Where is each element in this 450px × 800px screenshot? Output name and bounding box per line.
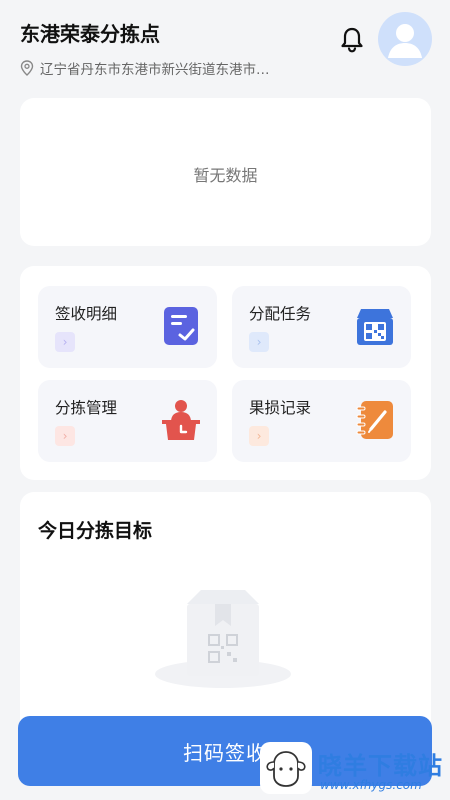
watermark-logo xyxy=(260,742,312,794)
sheep-logo-icon xyxy=(266,751,306,787)
target-title: 今日分拣目标 xyxy=(38,520,153,542)
map-pin-icon xyxy=(20,60,34,76)
scan-sign-label: 扫码签收 xyxy=(183,740,267,765)
menu-card: 签收明细 › 分配任务 › 分拣管理 › 果损记录 › xyxy=(20,266,431,480)
qr-box-icon xyxy=(357,309,393,345)
address-row[interactable]: 辽宁省丹东市东港市新兴街道东港市… xyxy=(20,58,270,78)
chevron-right-icon: › xyxy=(55,332,75,352)
address-text: 辽宁省丹东市东港市新兴街道东港市… xyxy=(40,62,270,78)
watermark-url: www.xfhygs.com xyxy=(320,778,422,792)
target-card: 今日分拣目标 xyxy=(20,492,431,722)
menu-item-label: 分拣管理 xyxy=(55,399,118,417)
summary-card: 暂无数据 xyxy=(20,98,431,246)
menu-item-signed-detail[interactable]: 签收明细 › xyxy=(38,286,217,368)
menu-item-label: 果损记录 xyxy=(249,399,312,417)
header: 东港荣泰分拣点 辽宁省丹东市东港市新兴街道东港市… xyxy=(0,0,450,92)
chevron-right-icon: › xyxy=(249,332,269,352)
notebook-pen-icon xyxy=(356,401,393,439)
empty-box-icon xyxy=(155,590,291,688)
menu-item-sorting-manage[interactable]: 分拣管理 › xyxy=(38,380,217,462)
sorting-worker-icon xyxy=(162,400,200,440)
bell-icon[interactable] xyxy=(338,26,366,54)
empty-state-text: 暂无数据 xyxy=(193,166,258,185)
menu-item-assign-task[interactable]: 分配任务 › xyxy=(232,286,411,368)
menu-item-label: 分配任务 xyxy=(249,305,312,323)
store-name: 东港荣泰分拣点 xyxy=(20,22,160,46)
user-avatar-icon xyxy=(388,24,422,58)
chevron-right-icon: › xyxy=(55,426,75,446)
menu-item-fruit-damage[interactable]: 果损记录 › xyxy=(232,380,411,462)
watermark: 晓羊下载站 www.xfhygs.com xyxy=(258,738,450,800)
chevron-right-icon: › xyxy=(249,426,269,446)
signed-list-icon xyxy=(164,307,198,345)
watermark-text: 晓羊下载站 xyxy=(318,752,443,780)
user-avatar[interactable] xyxy=(378,12,432,66)
menu-item-label: 签收明细 xyxy=(55,305,118,323)
